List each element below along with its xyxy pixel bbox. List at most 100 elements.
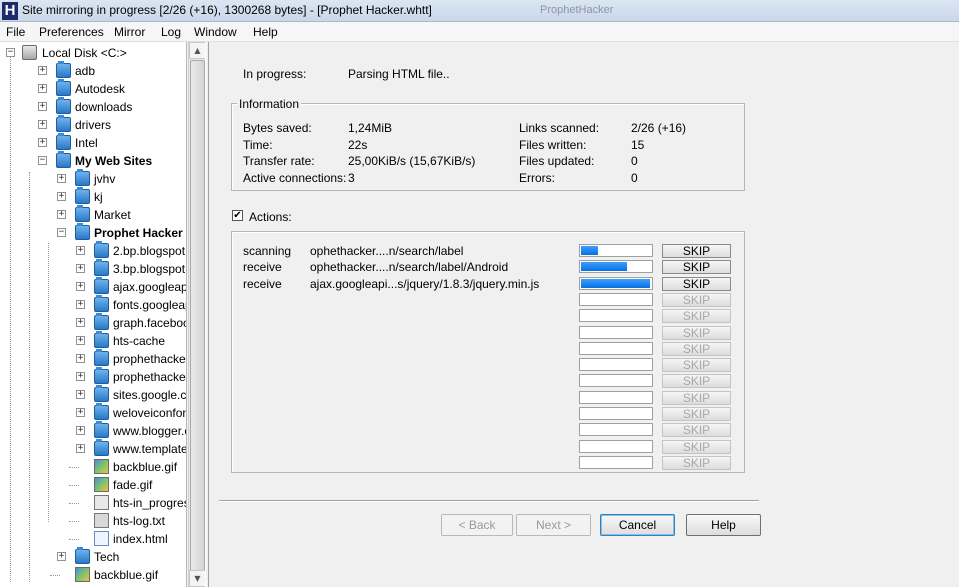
back-button[interactable]: < Back bbox=[441, 514, 513, 536]
tree-item[interactable]: − Prophet Hacker bbox=[0, 223, 186, 242]
skip-button[interactable]: SKIP bbox=[662, 325, 731, 340]
tree-item[interactable]: − My Web Sites bbox=[0, 151, 186, 170]
expand-icon[interactable]: + bbox=[38, 102, 47, 111]
tree-item[interactable]: + jvhv bbox=[0, 169, 186, 188]
skip-button[interactable]: SKIP bbox=[662, 374, 731, 389]
expand-icon[interactable]: + bbox=[76, 264, 85, 273]
tree-item[interactable]: + www.blogger.co bbox=[0, 421, 186, 440]
menu-help[interactable]: Help bbox=[253, 25, 278, 39]
tree-item[interactable]: + kj bbox=[0, 187, 186, 206]
action-progress-bar bbox=[579, 423, 653, 437]
expand-icon[interactable]: + bbox=[38, 120, 47, 129]
folder-icon bbox=[56, 79, 71, 96]
image-icon bbox=[94, 477, 109, 492]
tree-item[interactable]: + prophethacker.b bbox=[0, 367, 186, 386]
info-value: 25,00KiB/s (15,67KiB/s) bbox=[348, 154, 476, 168]
tree-item[interactable]: + prophethacker.b bbox=[0, 349, 186, 368]
tree-item[interactable]: index.html bbox=[0, 530, 186, 548]
tree-item[interactable]: + ajax.googleapis.c bbox=[0, 277, 186, 296]
folder-icon bbox=[75, 169, 90, 186]
action-url: ophethacker....n/search/label/Android bbox=[310, 260, 509, 275]
skip-button[interactable]: SKIP bbox=[662, 292, 731, 307]
skip-button[interactable]: SKIP bbox=[662, 407, 731, 421]
expand-icon[interactable]: + bbox=[76, 318, 85, 327]
action-progress-bar bbox=[579, 276, 653, 290]
folder-tree[interactable]: − Local Disk <C:> + adb + Autodesk + download… bbox=[0, 42, 187, 587]
menu-window[interactable]: Window bbox=[194, 25, 237, 39]
tree-item-label: ajax.googleapis.c bbox=[113, 280, 186, 294]
tree-item[interactable]: +3.bp.blogspot.co bbox=[0, 259, 186, 278]
skip-button[interactable]: SKIP bbox=[662, 439, 731, 454]
skip-button[interactable]: SKIP bbox=[662, 423, 731, 438]
tree-item[interactable]: + Tech bbox=[0, 547, 186, 566]
tree-item[interactable]: hts-in_progress.l bbox=[0, 494, 186, 512]
tree-item[interactable]: +2.bp.blogspot.co bbox=[0, 241, 186, 260]
expand-icon[interactable]: + bbox=[57, 174, 66, 183]
expand-icon[interactable]: + bbox=[38, 84, 47, 93]
expand-icon[interactable]: + bbox=[76, 426, 85, 435]
skip-button[interactable]: SKIP bbox=[662, 276, 731, 291]
tree-item[interactable]: fade.gif bbox=[0, 476, 186, 494]
folder-icon bbox=[94, 385, 109, 402]
tree-item[interactable]: + downloads bbox=[0, 97, 186, 116]
collapse-icon[interactable]: − bbox=[57, 228, 66, 237]
skip-button[interactable]: SKIP bbox=[662, 390, 731, 405]
collapse-icon[interactable]: − bbox=[6, 48, 15, 57]
tree-item[interactable]: + graph.facebook. bbox=[0, 313, 186, 332]
expand-icon[interactable]: + bbox=[76, 354, 85, 363]
scroll-down-arrow-icon[interactable]: ▼ bbox=[189, 570, 206, 587]
actions-checkbox[interactable]: ✔ bbox=[232, 210, 243, 221]
menu-log[interactable]: Log bbox=[161, 25, 181, 39]
text-file-icon bbox=[94, 513, 109, 528]
skip-button[interactable]: SKIP bbox=[662, 244, 731, 258]
tree-item[interactable]: + fonts.googleapis bbox=[0, 295, 186, 314]
tree-item[interactable]: + Market bbox=[0, 205, 186, 224]
expand-icon[interactable]: + bbox=[57, 192, 66, 201]
help-button[interactable]: Help bbox=[686, 514, 761, 536]
tree-item[interactable]: + hts-cache bbox=[0, 331, 186, 350]
expand-icon[interactable]: + bbox=[38, 66, 47, 75]
tree-item[interactable]: hts-log.txt bbox=[0, 512, 186, 530]
cancel-button[interactable]: Cancel bbox=[600, 514, 675, 536]
expand-icon[interactable]: + bbox=[76, 336, 85, 345]
menu-preferences[interactable]: Preferences bbox=[39, 25, 104, 39]
tree-root[interactable]: − Local Disk <C:> bbox=[0, 44, 186, 62]
tree-item[interactable]: + Autodesk bbox=[0, 79, 186, 98]
expand-icon[interactable]: + bbox=[76, 246, 85, 255]
expand-icon[interactable]: + bbox=[76, 390, 85, 399]
expand-icon[interactable]: + bbox=[76, 300, 85, 309]
skip-button[interactable]: SKIP bbox=[662, 358, 731, 373]
menu-file[interactable]: File bbox=[6, 25, 25, 39]
expand-icon[interactable]: + bbox=[76, 408, 85, 417]
expand-icon[interactable]: + bbox=[76, 372, 85, 381]
tree-item[interactable]: + adb bbox=[0, 61, 186, 80]
info-value: 1,24MiB bbox=[348, 121, 393, 135]
scroll-up-arrow-icon[interactable]: ▲ bbox=[189, 42, 206, 59]
tree-item[interactable]: + www.templatetra bbox=[0, 439, 186, 458]
expand-icon[interactable]: + bbox=[76, 282, 85, 291]
skip-button[interactable]: SKIP bbox=[662, 455, 731, 470]
skip-button[interactable]: SKIP bbox=[662, 341, 731, 356]
tree-item-label: Market bbox=[94, 208, 131, 222]
tree-item[interactable]: + sites.google.com bbox=[0, 385, 186, 404]
info-label: Bytes saved: bbox=[243, 121, 312, 135]
tree-item[interactable]: backblue.gif bbox=[0, 566, 186, 584]
expand-icon[interactable]: + bbox=[38, 138, 47, 147]
scrollbar-thumb[interactable] bbox=[190, 60, 205, 582]
tree-item[interactable]: backblue.gif bbox=[0, 458, 186, 476]
tree-item[interactable]: + drivers bbox=[0, 115, 186, 134]
divider bbox=[219, 500, 759, 502]
expand-icon[interactable]: + bbox=[57, 210, 66, 219]
folder-icon bbox=[94, 277, 109, 294]
tree-scrollbar[interactable]: ▲ ▼ bbox=[188, 42, 206, 587]
next-button[interactable]: Next > bbox=[516, 514, 591, 536]
expand-icon[interactable]: + bbox=[76, 444, 85, 453]
expand-icon[interactable]: + bbox=[57, 552, 66, 561]
collapse-icon[interactable]: − bbox=[38, 156, 47, 165]
action-progress-bar bbox=[579, 325, 653, 339]
skip-button[interactable]: SKIP bbox=[662, 260, 731, 275]
menu-mirror[interactable]: Mirror bbox=[114, 25, 145, 39]
skip-button[interactable]: SKIP bbox=[662, 309, 731, 324]
tree-item[interactable]: + weloveiconfonts bbox=[0, 403, 186, 422]
tree-item[interactable]: + Intel bbox=[0, 133, 186, 152]
